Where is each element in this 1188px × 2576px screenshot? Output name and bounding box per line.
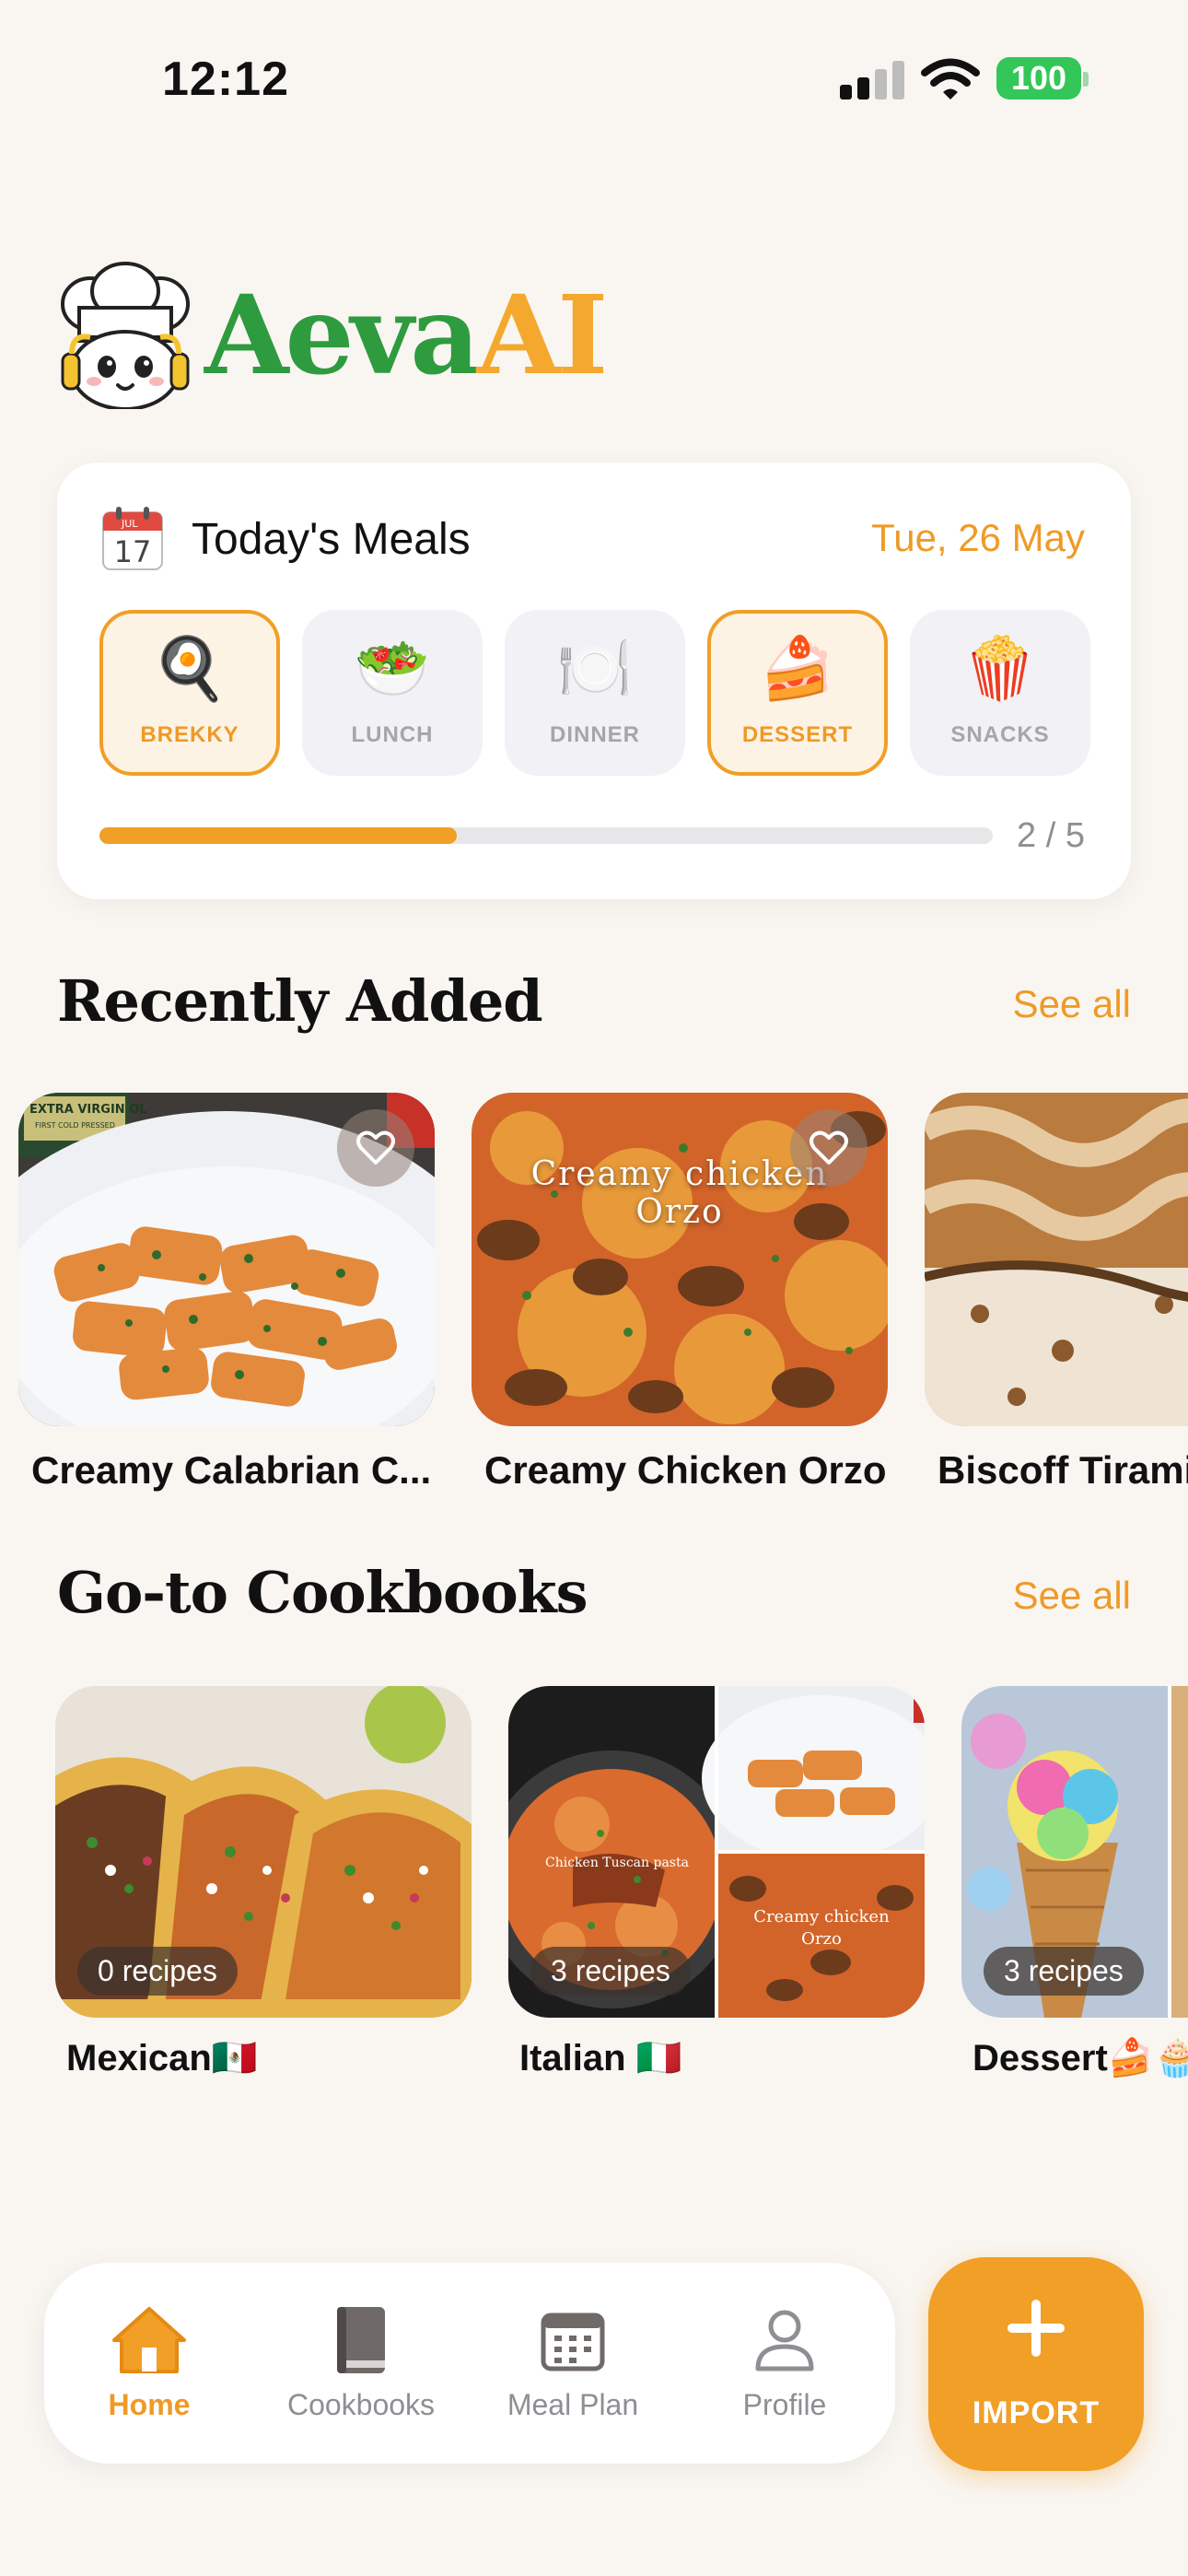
salad-icon: 🥗 <box>354 634 431 702</box>
cookbook-card-mexican[interactable]: 0 recipes Mexican🇲🇽 <box>55 1686 472 2079</box>
todays-meals-title: Today's Meals <box>192 515 471 564</box>
calendar-icon: JUL 17 <box>101 507 164 571</box>
meals-progress-bar <box>99 827 993 844</box>
svg-text:FIRST COLD PRESSED: FIRST COLD PRESSED <box>35 1121 115 1130</box>
recipe-count-badge: 3 recipes <box>530 1947 691 1996</box>
recipe-card[interactable]: Creamy chicken Orzo Creamy Chicken Orzo <box>472 1093 888 1493</box>
chef-mascot-icon <box>53 262 197 411</box>
cookbook-card-italian[interactable]: Chicken Tuscan pasta Creamy chicken Orzo… <box>508 1686 925 2079</box>
meal-label: DINNER <box>549 722 640 747</box>
tab-profile[interactable]: Profile <box>693 2303 877 2422</box>
tab-label: Cookbooks <box>286 2388 436 2421</box>
meal-tile-lunch[interactable]: 🥗 LUNCH <box>302 610 483 776</box>
app-logo: AevaAI <box>53 262 608 411</box>
battery-nub <box>1083 72 1089 87</box>
todays-meals-card: JUL 17 Today's Meals Tue, 26 May 🍳 BREKK… <box>57 463 1131 899</box>
meal-label: SNACKS <box>950 722 1050 747</box>
svg-text:EXTRA VIRGIN OL: EXTRA VIRGIN OL <box>29 1103 147 1117</box>
frying-pan-icon: 🍳 <box>151 634 228 702</box>
recipe-name: Creamy Chicken Orzo <box>484 1448 887 1492</box>
recipe-count-badge: 0 recipes <box>77 1947 238 1996</box>
recipe-name: Creamy Calabrian C... <box>31 1448 432 1492</box>
svg-text:Creamy chicken: Creamy chicken <box>753 1907 890 1926</box>
app-name: AevaAI <box>204 271 608 399</box>
recently-added-title: Recently Added <box>57 967 543 1035</box>
tab-label: Profile <box>742 2388 827 2421</box>
import-button[interactable]: IMPORT <box>928 2257 1144 2471</box>
popcorn-icon: 🍿 <box>961 634 1039 702</box>
todays-meals-date[interactable]: Tue, 26 May <box>871 516 1085 560</box>
cookbooks-carousel[interactable]: 0 recipes Mexican🇲🇽 Chicken Tuscan pasta <box>55 1686 1188 2091</box>
svg-text:Orzo: Orzo <box>801 1929 842 1949</box>
tab-label: Home <box>108 2388 191 2421</box>
meals-progress-fill <box>99 827 457 844</box>
cookbook-card-dessert[interactable]: 3 recipes Dessert🍰🧁 <box>961 1686 1188 2079</box>
recently-added-see-all-link[interactable]: See all <box>1013 982 1131 1026</box>
meal-tile-brekky[interactable]: 🍳 BREKKY <box>99 610 280 776</box>
person-icon <box>693 2303 877 2377</box>
recipe-image: EXTRA VIRGIN OL FIRST COLD PRESSED <box>18 1093 435 1426</box>
tab-bar: Home Cookbooks Meal Plan Profile <box>44 2263 895 2464</box>
battery-indicator: 100 <box>996 57 1081 100</box>
recipe-card[interactable]: EXTRA VIRGIN OL FIRST COLD PRESSED Cream… <box>18 1093 435 1493</box>
meals-progress-text: 2 / 5 <box>1017 816 1085 855</box>
import-label: IMPORT <box>972 2395 1101 2430</box>
cookbook-name: Mexican🇲🇽 <box>66 2038 258 2078</box>
cake-icon: 🍰 <box>759 634 836 702</box>
recipe-name: Biscoff Tiramis <box>938 1448 1188 1492</box>
plate-cutlery-icon: 🍽️ <box>556 634 634 702</box>
heart-icon <box>809 1130 848 1165</box>
home-icon <box>57 2303 241 2377</box>
recently-added-carousel[interactable]: EXTRA VIRGIN OL FIRST COLD PRESSED Cream… <box>18 1093 1188 1498</box>
meal-label: BREKKY <box>140 722 239 747</box>
meal-tile-dinner[interactable]: 🍽️ DINNER <box>505 610 685 776</box>
meal-label: DESSERT <box>741 722 854 747</box>
status-bar: 12:12 100 <box>0 0 1188 157</box>
status-time: 12:12 <box>162 53 289 106</box>
svg-text:Chicken Tuscan pasta: Chicken Tuscan pasta <box>545 1856 689 1870</box>
meal-label: LUNCH <box>351 722 434 747</box>
book-icon <box>269 2303 453 2377</box>
meal-tile-dessert[interactable]: 🍰 DESSERT <box>707 610 888 776</box>
cookbook-image: Chicken Tuscan pasta Creamy chicken Orzo… <box>508 1686 925 2018</box>
tab-home[interactable]: Home <box>57 2303 241 2422</box>
plus-icon <box>1004 2296 1068 2360</box>
meal-tile-snacks[interactable]: 🍿 SNACKS <box>910 610 1090 776</box>
cookbooks-title: Go-to Cookbooks <box>57 1559 588 1626</box>
cookbook-name: Italian 🇮🇹 <box>519 2038 682 2078</box>
tab-cookbooks[interactable]: Cookbooks <box>269 2303 453 2422</box>
favorite-heart-button[interactable] <box>337 1109 414 1187</box>
cookbook-image: 3 recipes <box>961 1686 1188 2018</box>
recipe-image: Creamy chicken Orzo <box>472 1093 888 1426</box>
tab-label: Meal Plan <box>507 2388 639 2421</box>
recipe-image <box>925 1093 1188 1426</box>
cellular-signal-icon <box>840 61 904 100</box>
cookbook-image: 0 recipes <box>55 1686 472 2018</box>
calendar-grid-icon <box>481 2303 665 2377</box>
recipe-card[interactable]: Biscoff Tiramis <box>925 1093 1188 1493</box>
svg-text:17: 17 <box>114 534 152 569</box>
cookbook-name: Dessert🍰🧁 <box>973 2038 1188 2078</box>
meal-tiles: 🍳 BREKKY 🥗 LUNCH 🍽️ DINNER 🍰 DESSERT 🍿 S… <box>99 610 1090 776</box>
tab-meal-plan[interactable]: Meal Plan <box>481 2303 665 2422</box>
favorite-heart-button[interactable] <box>790 1109 868 1187</box>
wifi-icon <box>921 57 980 101</box>
svg-text:JUL: JUL <box>121 518 138 530</box>
recipe-count-badge: 3 recipes <box>984 1947 1144 1996</box>
heart-icon <box>356 1130 395 1165</box>
cookbooks-see-all-link[interactable]: See all <box>1013 1574 1131 1618</box>
